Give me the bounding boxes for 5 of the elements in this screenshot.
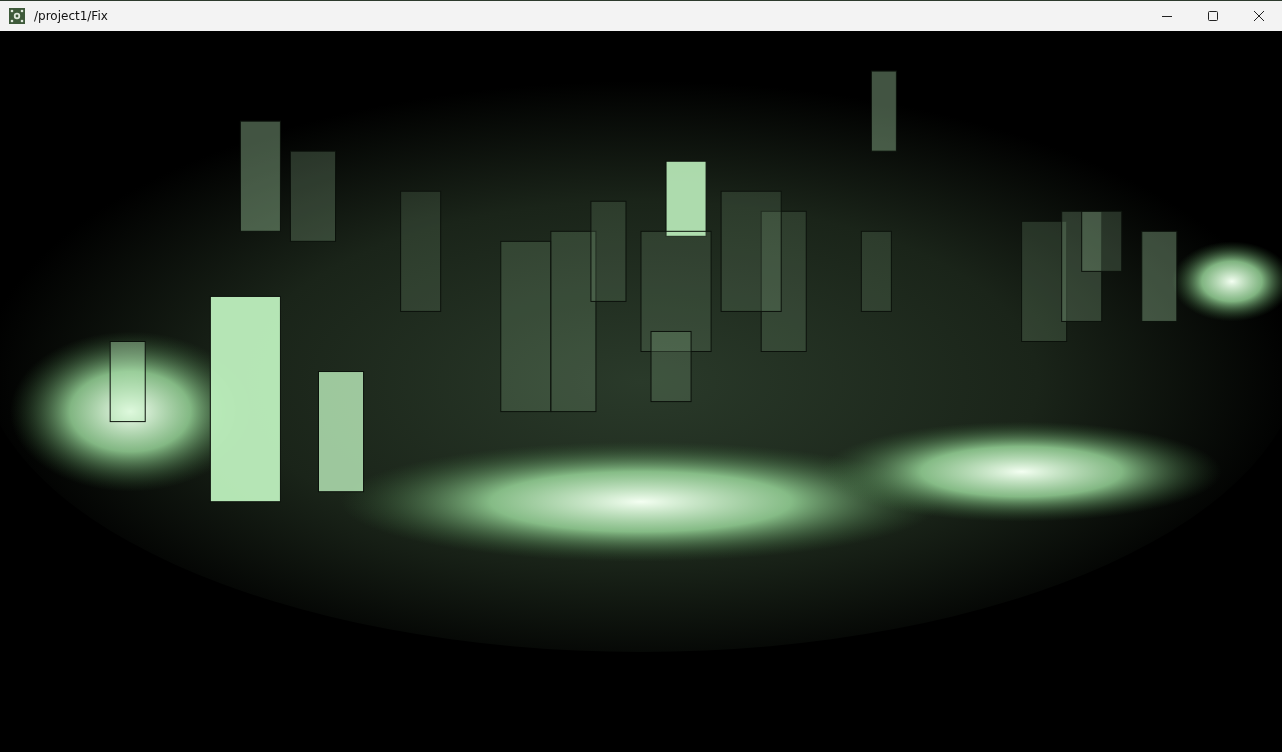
window-title: /project1/Fix (34, 9, 108, 23)
app-icon (9, 8, 25, 24)
minimize-icon (1162, 15, 1172, 17)
close-icon (1254, 11, 1264, 21)
maximize-icon (1208, 11, 1218, 21)
